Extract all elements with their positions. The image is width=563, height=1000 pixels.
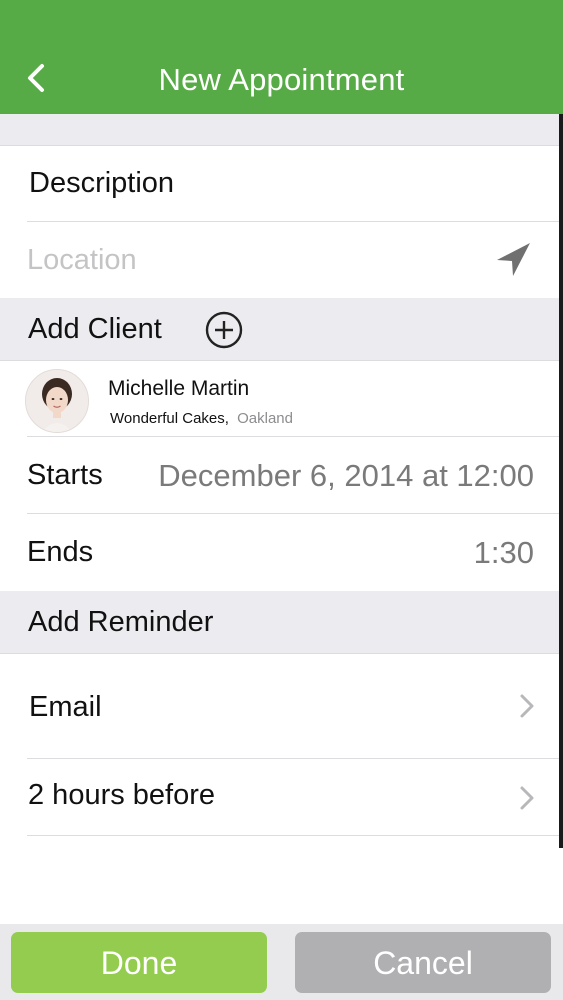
ends-value[interactable]: 1:30: [474, 535, 534, 571]
done-button[interactable]: Done: [11, 932, 267, 993]
location-field[interactable]: Location: [27, 244, 137, 277]
divider: [27, 835, 559, 836]
add-client-section[interactable]: Add Client: [0, 298, 559, 361]
starts-label: Starts: [27, 459, 103, 491]
header-bar: New Appointment: [0, 0, 563, 114]
starts-row[interactable]: Starts December 6, 2014 at 12:00: [0, 437, 559, 513]
location-row[interactable]: Location: [0, 222, 559, 297]
client-company: Wonderful Cakes,: [110, 410, 229, 427]
page-title: New Appointment: [158, 62, 405, 97]
cancel-button[interactable]: Cancel: [295, 932, 551, 993]
reminder-type-label: Email: [29, 691, 102, 723]
reminder-time-label: 2 hours before: [28, 779, 216, 811]
reminder-time-row[interactable]: 2 hours before: [0, 759, 559, 835]
ends-label: Ends: [27, 536, 94, 568]
avatar: [25, 369, 89, 433]
scroll-edge: [559, 114, 563, 848]
client-city: Oakland: [237, 410, 293, 427]
client-name: Michelle Martin: [108, 377, 250, 400]
ends-row[interactable]: Ends 1:30: [0, 514, 559, 590]
add-client-label: Add Client: [28, 313, 162, 345]
plus-circle-icon[interactable]: [204, 310, 244, 350]
starts-value[interactable]: December 6, 2014 at 12:00: [158, 458, 534, 494]
add-reminder-section: Add Reminder: [0, 591, 559, 654]
description-row[interactable]: Description: [0, 146, 559, 221]
top-spacer: [0, 114, 559, 146]
add-reminder-label: Add Reminder: [28, 606, 214, 638]
chevron-right-icon: [520, 786, 534, 810]
location-arrow-icon[interactable]: [494, 241, 532, 279]
chevron-right-icon: [520, 694, 534, 718]
client-details: Wonderful Cakes, Oakland: [110, 410, 293, 427]
description-field[interactable]: Description: [29, 167, 174, 200]
reminder-type-row[interactable]: Email: [0, 654, 559, 758]
